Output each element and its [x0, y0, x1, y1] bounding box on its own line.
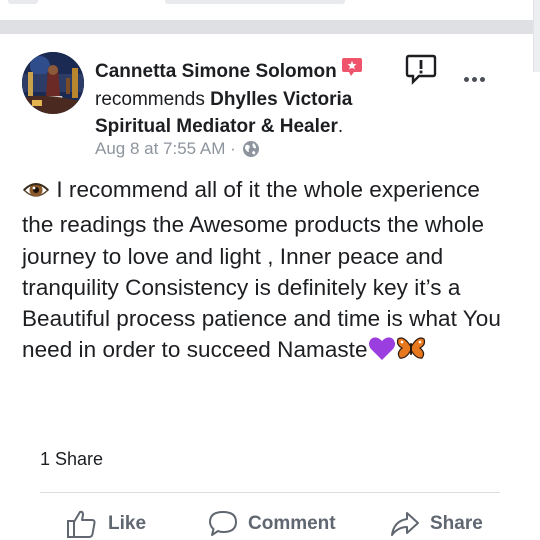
recommendation-badge-icon	[341, 56, 363, 86]
more-dot	[480, 76, 485, 82]
top-strip-fragment	[8, 0, 38, 4]
share-icon	[391, 512, 419, 536]
globe-icon	[242, 140, 260, 158]
feed-separator	[0, 20, 540, 34]
more-options-icon[interactable]	[464, 72, 490, 86]
like-label: Like	[108, 513, 147, 534]
top-strip-fragment	[165, 0, 345, 4]
butterfly-emoji	[396, 335, 426, 369]
comment-button[interactable]: Comment	[208, 508, 336, 540]
timestamp[interactable]: Aug 8 at 7:55 AM	[95, 139, 225, 159]
divider	[40, 492, 500, 493]
share-button[interactable]: Share	[390, 508, 483, 540]
post-meta: Aug 8 at 7:55 AM ·	[95, 139, 260, 159]
more-dot	[464, 76, 469, 82]
scrollbar[interactable]	[533, 0, 540, 72]
target-suffix: .	[337, 116, 344, 137]
more-dot	[472, 76, 477, 82]
author-name[interactable]: Cannetta Simone Solomon	[95, 61, 337, 82]
like-button[interactable]: Like	[66, 508, 146, 540]
report-icon[interactable]	[405, 53, 437, 85]
share-label: Share	[430, 513, 483, 534]
eye-emoji	[22, 178, 50, 209]
top-strip	[0, 0, 540, 22]
post-body-text: I recommend all of it the whole experien…	[22, 177, 501, 363]
post-header: Cannetta Simone Solomon recommends Dhyll…	[95, 56, 395, 140]
like-icon	[67, 510, 96, 538]
comment-label: Comment	[248, 513, 336, 534]
share-count[interactable]: 1 Share	[40, 449, 103, 470]
meta-separator: ·	[230, 139, 236, 158]
purple-heart-emoji	[368, 335, 396, 369]
avatar[interactable]	[22, 52, 84, 114]
post-body: I recommend all of it the whole experien…	[22, 174, 517, 370]
action-text: recommends	[95, 89, 205, 110]
comment-icon	[209, 511, 237, 536]
